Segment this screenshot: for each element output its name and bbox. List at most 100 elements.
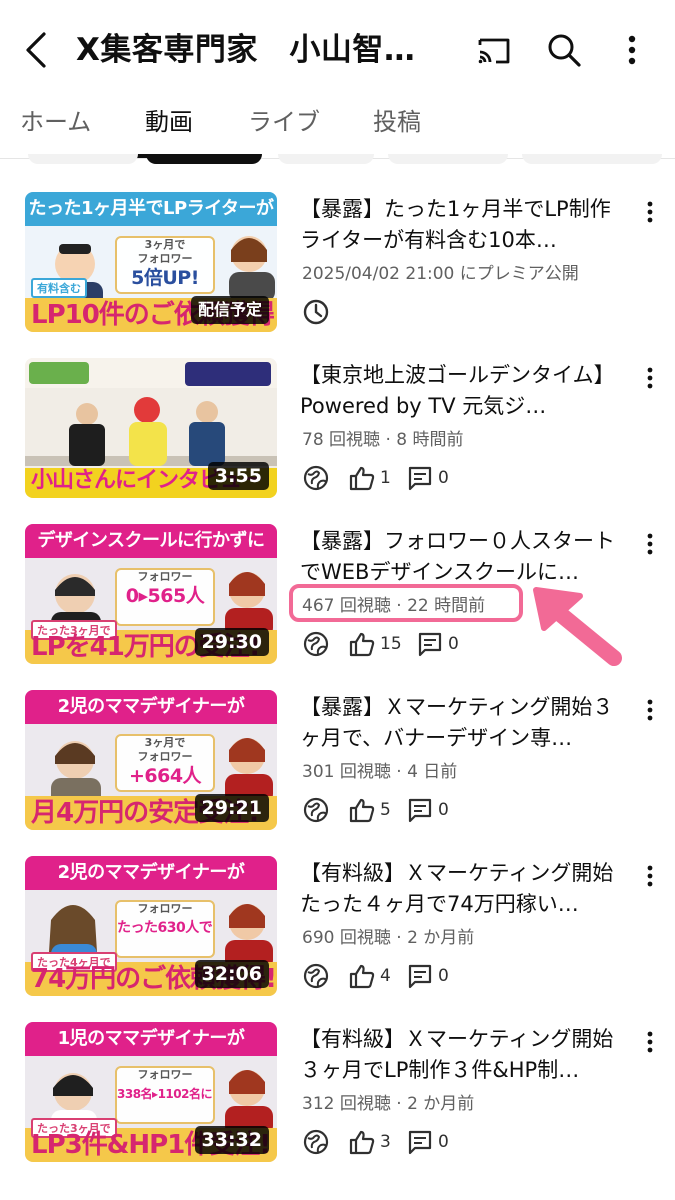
video-thumbnail[interactable]: デザインスクールに行かずに フォロワー 0▸565人 たった3ヶ月で LPを41… bbox=[25, 524, 277, 664]
video-actions: 1 0 bbox=[302, 464, 632, 494]
video-more-button[interactable] bbox=[638, 696, 662, 724]
video-thumbnail[interactable]: 1児のママデザイナーが フォロワー 338名▸1102名に! たった3ヶ月で L… bbox=[25, 1022, 277, 1162]
video-thumbnail[interactable]: 2児のママデザイナーが 3ヶ月で フォロワー +664人 月4万円の安定受注! … bbox=[25, 690, 277, 830]
video-actions: 4 0 bbox=[302, 962, 632, 992]
video-item[interactable]: 2児のママデザイナーが 3ヶ月で フォロワー +664人 月4万円の安定受注! … bbox=[0, 690, 675, 830]
video-duration: 3:55 bbox=[207, 462, 269, 490]
more-options-button[interactable] bbox=[612, 30, 652, 70]
back-button[interactable] bbox=[18, 28, 58, 72]
comment-icon[interactable] bbox=[406, 1128, 434, 1156]
thumbnail-card-sub: フォロワー bbox=[137, 252, 193, 265]
thumbnail-card-big: たった630人で! bbox=[117, 920, 213, 936]
more-vert-icon bbox=[647, 201, 653, 223]
thumbnail-stat-card: フォロワー たった630人で! bbox=[115, 900, 215, 958]
tab-posts[interactable]: 投稿 bbox=[373, 106, 421, 150]
video-duration: 29:21 bbox=[194, 794, 269, 822]
video-duration: 32:06 bbox=[194, 960, 269, 988]
filter-chip[interactable] bbox=[278, 154, 374, 164]
video-meta: 78 回視聴 · 8 時間前 bbox=[302, 430, 464, 450]
cast-icon bbox=[478, 38, 510, 64]
filter-chip[interactable] bbox=[522, 154, 662, 164]
comment-icon[interactable] bbox=[406, 962, 434, 990]
tab-videos[interactable]: 動画 bbox=[145, 106, 193, 150]
comment-count: 0 bbox=[438, 966, 449, 986]
back-arrow-icon bbox=[26, 32, 46, 68]
thumbnail-stat-card: 3ヶ月で フォロワー +664人 bbox=[115, 734, 215, 792]
video-title[interactable]: 【有料級】Ｘマーケティング開始３ヶ月でLP制作３件&HP制… bbox=[300, 1024, 630, 1086]
thumbnail-headline: たった1ヶ月半でLPライターが bbox=[28, 198, 274, 219]
like-count: 5 bbox=[380, 800, 391, 820]
channel-title: X集客専門家 小山智… bbox=[76, 32, 416, 68]
thumbnail-tag: 有料含む bbox=[31, 278, 87, 298]
filter-chip[interactable] bbox=[388, 154, 508, 164]
video-duration: 33:32 bbox=[194, 1126, 269, 1154]
globe-icon bbox=[303, 963, 329, 989]
comment-icon[interactable] bbox=[406, 796, 434, 824]
thumbnail-headline: 2児のママデザイナーが bbox=[57, 696, 245, 717]
thumbnail-stat-card: フォロワー 338名▸1102名に! bbox=[115, 1066, 215, 1124]
video-item[interactable]: 小山さんにインタビュー 3:55 【東京地上波ゴールデンタイム】Powered … bbox=[0, 358, 675, 498]
video-meta: 312 回視聴 · 2 か月前 bbox=[302, 1094, 475, 1114]
like-count: 3 bbox=[380, 1132, 391, 1152]
globe-icon bbox=[303, 1129, 329, 1155]
like-icon[interactable] bbox=[348, 796, 376, 824]
comment-count: 0 bbox=[448, 634, 459, 654]
highlight-box-annotation bbox=[289, 584, 523, 622]
like-icon[interactable] bbox=[348, 630, 376, 658]
filter-chip-selected[interactable] bbox=[146, 154, 262, 164]
cast-button[interactable] bbox=[474, 30, 514, 70]
filter-chip[interactable] bbox=[28, 154, 138, 164]
video-thumbnail[interactable]: 小山さんにインタビュー 3:55 bbox=[25, 358, 277, 498]
search-button[interactable] bbox=[544, 30, 584, 70]
comment-icon[interactable] bbox=[416, 630, 444, 658]
video-title[interactable]: 【暴露】フォロワー０人スタートでWEBデザインスクールに… bbox=[300, 526, 630, 588]
like-count: 1 bbox=[380, 468, 391, 488]
video-title[interactable]: 【暴露】Ｘマーケティング開始３ヶ月で、バナーデザイン専… bbox=[300, 692, 630, 754]
channel-tabs: ホーム 動画 ライブ 投稿 bbox=[0, 100, 675, 158]
globe-icon bbox=[303, 631, 329, 657]
thumbnail-card-line: 3ヶ月で bbox=[144, 736, 186, 749]
video-more-button[interactable] bbox=[638, 862, 662, 890]
video-item[interactable]: 2児のママデザイナーが フォロワー たった630人で! たった4ヶ月で 74万円… bbox=[0, 856, 675, 996]
scheduled-clock-icon bbox=[302, 298, 330, 326]
thumbnail-card-big: +664人 bbox=[128, 765, 202, 787]
video-title[interactable]: 【暴露】たった1ヶ月半でLP制作ライターが有料含む10本… bbox=[300, 194, 630, 256]
video-title[interactable]: 【東京地上波ゴールデンタイム】Powered by TV 元気ジ… bbox=[300, 360, 630, 422]
thumbnail-card-big: 0▸565人 bbox=[125, 585, 205, 607]
video-thumbnail[interactable]: 2児のママデザイナーが フォロワー たった630人で! たった4ヶ月で 74万円… bbox=[25, 856, 277, 996]
video-item[interactable]: 1児のママデザイナーが フォロワー 338名▸1102名に! たった3ヶ月で L… bbox=[0, 1022, 675, 1162]
video-more-button[interactable] bbox=[638, 1028, 662, 1056]
pointer-arrow-icon bbox=[533, 587, 622, 666]
tab-home[interactable]: ホーム bbox=[20, 106, 91, 150]
like-icon[interactable] bbox=[348, 962, 376, 990]
like-count: 4 bbox=[380, 966, 391, 986]
video-thumbnail[interactable]: たった1ヶ月半でLPライターが 3ヶ月で フォロワー 5倍UP! 有料含む LP… bbox=[25, 192, 277, 332]
video-more-button[interactable] bbox=[638, 198, 662, 226]
tab-live[interactable]: ライブ bbox=[248, 106, 320, 150]
more-vert-icon bbox=[647, 865, 653, 887]
like-icon[interactable] bbox=[348, 464, 376, 492]
search-icon bbox=[548, 34, 581, 67]
video-item[interactable]: たった1ヶ月半でLPライターが 3ヶ月で フォロワー 5倍UP! 有料含む LP… bbox=[0, 192, 675, 332]
more-vert-icon bbox=[628, 35, 636, 65]
thumbnail-card-sub: フォロワー bbox=[137, 750, 193, 763]
more-vert-icon bbox=[647, 699, 653, 721]
comment-count: 0 bbox=[438, 1132, 449, 1152]
video-more-button[interactable] bbox=[638, 364, 662, 392]
video-actions: 5 0 bbox=[302, 796, 632, 826]
channel-header: X集客専門家 小山智… bbox=[0, 0, 675, 100]
more-vert-icon bbox=[647, 367, 653, 389]
video-meta: 301 回視聴 · 4 日前 bbox=[302, 762, 458, 782]
video-actions: 3 0 bbox=[302, 1128, 632, 1158]
like-icon[interactable] bbox=[348, 1128, 376, 1156]
video-more-button[interactable] bbox=[638, 530, 662, 558]
scheduled-badge: 配信予定 bbox=[190, 296, 269, 324]
video-title[interactable]: 【有料級】Ｘマーケティング開始たった４ヶ月で74万円稼い… bbox=[300, 858, 630, 920]
globe-icon bbox=[303, 797, 329, 823]
comment-icon[interactable] bbox=[406, 464, 434, 492]
thumbnail-headline: 1児のママデザイナーが bbox=[57, 1028, 245, 1049]
like-count: 15 bbox=[380, 634, 402, 654]
thumbnail-card-line: 3ヶ月で bbox=[144, 238, 186, 251]
more-vert-icon bbox=[647, 533, 653, 555]
video-meta: 2025/04/02 21:00 にプレミア公開 bbox=[302, 264, 579, 284]
